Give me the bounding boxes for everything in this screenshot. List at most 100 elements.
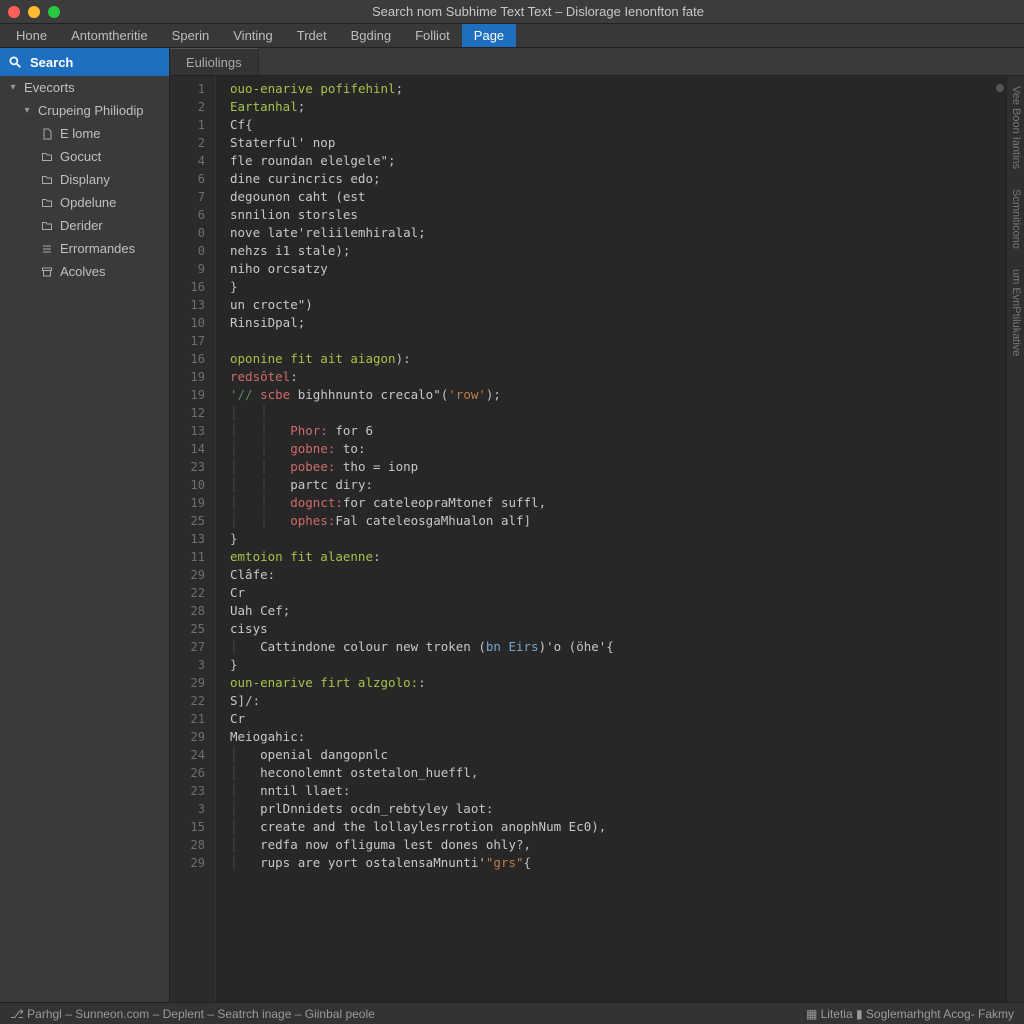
sidebar-item-opdelune[interactable]: Opdelune bbox=[0, 191, 169, 214]
gutter-line: 15 bbox=[174, 818, 205, 836]
menu-bgding[interactable]: Bgding bbox=[339, 24, 403, 47]
editor-tab[interactable]: Euliolings bbox=[170, 48, 259, 75]
code-line[interactable]: dine curincrics edo; bbox=[230, 170, 1008, 188]
code-line[interactable]: │ nntil llaet: bbox=[230, 782, 1008, 800]
sidebar-item-e-lome[interactable]: E lome bbox=[0, 122, 169, 145]
menu-trdet[interactable]: Trdet bbox=[285, 24, 339, 47]
close-window-icon[interactable] bbox=[8, 6, 20, 18]
sidebar-search[interactable]: Search bbox=[0, 48, 169, 76]
editor[interactable]: 1212467600916131017161919121314231019251… bbox=[170, 76, 1024, 1002]
sidebar-item-label: Opdelune bbox=[60, 195, 116, 210]
gutter-line: 13 bbox=[174, 422, 205, 440]
code-line[interactable]: } bbox=[230, 656, 1008, 674]
minimap-toggle-icon[interactable] bbox=[996, 84, 1004, 92]
code-line[interactable]: │ │ gobne: to: bbox=[230, 440, 1008, 458]
side-tab[interactable]: Vee Boon Iantins bbox=[1009, 86, 1022, 169]
sidebar-item-label: Displany bbox=[60, 172, 110, 187]
gutter-line: 7 bbox=[174, 188, 205, 206]
zoom-window-icon[interactable] bbox=[48, 6, 60, 18]
sidebar-item-displany[interactable]: Displany bbox=[0, 168, 169, 191]
menu-vinting[interactable]: Vinting bbox=[221, 24, 285, 47]
code-line[interactable]: │ redfa now ofliguma lest dones ohly?, bbox=[230, 836, 1008, 854]
menu-antomtheritie[interactable]: Antomtheritie bbox=[59, 24, 160, 47]
code-line[interactable] bbox=[230, 332, 1008, 350]
gutter-line: 19 bbox=[174, 386, 205, 404]
code-line[interactable]: RinsiDpal; bbox=[230, 314, 1008, 332]
code-line[interactable]: '// scbe bighhnunto crecalo"('row'); bbox=[230, 386, 1008, 404]
code-line[interactable]: snnilion storsles bbox=[230, 206, 1008, 224]
code-line[interactable]: Cr bbox=[230, 710, 1008, 728]
editor-tabstrip: Euliolings bbox=[170, 48, 1024, 76]
code-line[interactable]: redsôtel: bbox=[230, 368, 1008, 386]
code-line[interactable]: │ create and the lollaylesrrotion anophN… bbox=[230, 818, 1008, 836]
code-line[interactable]: Clâfe: bbox=[230, 566, 1008, 584]
side-tab[interactable]: Scmniticono bbox=[1009, 189, 1022, 249]
code-line[interactable]: │ │ bbox=[230, 404, 1008, 422]
code-line[interactable]: Cr bbox=[230, 584, 1008, 602]
gutter-line: 29 bbox=[174, 674, 205, 692]
menu-sperin[interactable]: Sperin bbox=[160, 24, 222, 47]
sidebar-group-crupeing[interactable]: ▾Crupeing Philiodip bbox=[0, 99, 169, 122]
sidebar-item-gocuct[interactable]: Gocuct bbox=[0, 145, 169, 168]
status-segment[interactable]: ▮ Soglemarhght Acog- bbox=[856, 1007, 975, 1021]
code-line[interactable]: cisys bbox=[230, 620, 1008, 638]
gutter-line: 29 bbox=[174, 566, 205, 584]
code-line[interactable]: │ │ dognct:for cateleopraMtonef suffl, bbox=[230, 494, 1008, 512]
side-tab[interactable]: um EvnPtilukative bbox=[1009, 269, 1022, 356]
code-line[interactable]: } bbox=[230, 530, 1008, 548]
code-line[interactable]: │ │ Phor: for 6 bbox=[230, 422, 1008, 440]
code-line[interactable]: │ rups are yort ostalensaMnunti'"grs"{ bbox=[230, 854, 1008, 872]
code-line[interactable]: degounon caht (est bbox=[230, 188, 1008, 206]
folder-icon bbox=[40, 196, 54, 210]
archive-icon bbox=[40, 265, 54, 279]
gutter-line: 6 bbox=[174, 206, 205, 224]
code-line[interactable]: niho orcsatzy bbox=[230, 260, 1008, 278]
code-area[interactable]: ouo-enarive pofifehinl;Eartanhal;Cf{Stat… bbox=[216, 76, 1008, 1002]
status-segment[interactable]: – Sunneon.com – bbox=[65, 1007, 159, 1021]
code-line[interactable]: │ │ partc diry: bbox=[230, 476, 1008, 494]
gutter-line: 26 bbox=[174, 764, 205, 782]
menu-folliot[interactable]: Folliot bbox=[403, 24, 462, 47]
code-line[interactable]: oun-enarive firt alzgolo:: bbox=[230, 674, 1008, 692]
status-segment[interactable]: ▦ Litetia bbox=[806, 1007, 853, 1021]
sidebar-item-acolves[interactable]: Acolves bbox=[0, 260, 169, 283]
window-controls bbox=[8, 6, 60, 18]
code-line[interactable]: S]/: bbox=[230, 692, 1008, 710]
code-line[interactable]: un crocte") bbox=[230, 296, 1008, 314]
code-line[interactable]: } bbox=[230, 278, 1008, 296]
status-segment[interactable]: ⎇ Parhgl bbox=[10, 1007, 62, 1021]
code-line[interactable]: Meiogahic: bbox=[230, 728, 1008, 746]
code-line[interactable]: Uah Cef; bbox=[230, 602, 1008, 620]
menu-hone[interactable]: Hone bbox=[4, 24, 59, 47]
gutter-line: 2 bbox=[174, 98, 205, 116]
code-line[interactable]: │ prlDnnidets ocdn_rebtyley laot: bbox=[230, 800, 1008, 818]
status-segment[interactable]: Seatrch inage – bbox=[217, 1007, 301, 1021]
menu-page[interactable]: Page bbox=[462, 24, 516, 47]
code-line[interactable]: │ heconolemnt ostetalon_hueffl, bbox=[230, 764, 1008, 782]
code-line[interactable]: │ Cattindone colour new troken (bn Eirs)… bbox=[230, 638, 1008, 656]
status-segment[interactable]: Fakmy bbox=[978, 1007, 1014, 1021]
code-line[interactable]: ouo-enarive pofifehinl; bbox=[230, 80, 1008, 98]
code-line[interactable]: │ openial dangopnlc bbox=[230, 746, 1008, 764]
status-segment[interactable]: Deplent – bbox=[163, 1007, 214, 1021]
status-segment[interactable]: Giinbal peole bbox=[305, 1007, 375, 1021]
sidebar: Search ▾Evecorts▾Crupeing PhiliodipE lom… bbox=[0, 48, 170, 1002]
side-tabs: Vee Boon Iantins Scmniticono um EvnPtiluka… bbox=[1006, 76, 1024, 1002]
gutter-line: 10 bbox=[174, 476, 205, 494]
code-line[interactable]: Cf{ bbox=[230, 116, 1008, 134]
code-line[interactable]: nehzs i1 stale); bbox=[230, 242, 1008, 260]
title-bar: Search nom Subhime Text Text – Dislorage… bbox=[0, 0, 1024, 24]
code-line[interactable]: oponine fit ait aiagon): bbox=[230, 350, 1008, 368]
code-line[interactable]: nove late'reliilemhiralal; bbox=[230, 224, 1008, 242]
code-line[interactable]: Eartanhal; bbox=[230, 98, 1008, 116]
sidebar-item-derider[interactable]: Derider bbox=[0, 214, 169, 237]
code-line[interactable]: emtoion fit alaenne: bbox=[230, 548, 1008, 566]
code-line[interactable]: Staterful' nop bbox=[230, 134, 1008, 152]
sidebar-group-evecorts[interactable]: ▾Evecorts bbox=[0, 76, 169, 99]
folder-icon bbox=[40, 173, 54, 187]
code-line[interactable]: │ │ ophes:Fal cateleosgaMhualon alf] bbox=[230, 512, 1008, 530]
minimize-window-icon[interactable] bbox=[28, 6, 40, 18]
sidebar-item-errormandes[interactable]: Errormandes bbox=[0, 237, 169, 260]
code-line[interactable]: │ │ pobee: tho = ionp bbox=[230, 458, 1008, 476]
code-line[interactable]: fle roundan elelgele"; bbox=[230, 152, 1008, 170]
